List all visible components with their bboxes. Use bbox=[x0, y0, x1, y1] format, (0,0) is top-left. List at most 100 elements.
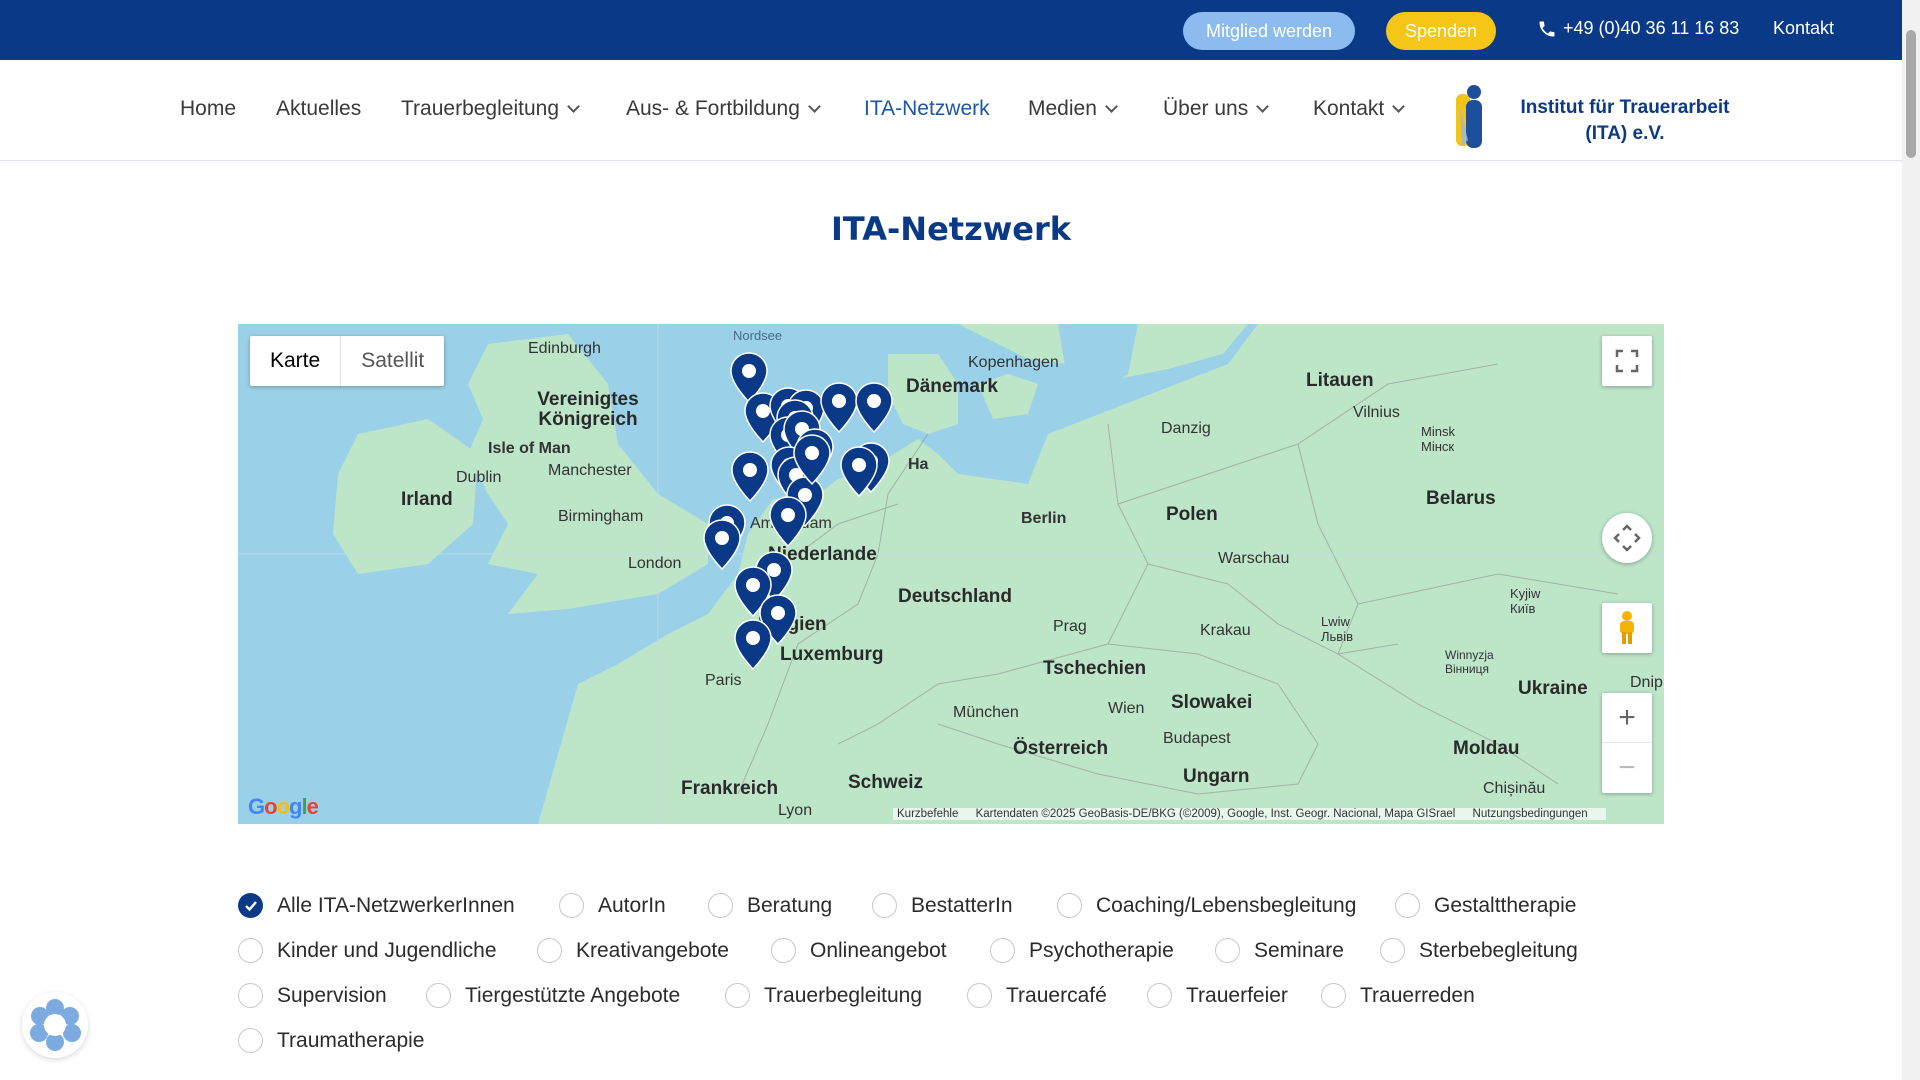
filter-sterbebegleitung[interactable]: Sterbebegleitung bbox=[1380, 938, 1578, 963]
map-label-ungarn: Ungarn bbox=[1183, 766, 1250, 787]
nav-home[interactable]: Home bbox=[180, 97, 236, 121]
map-label-danzig: Danzig bbox=[1161, 420, 1211, 437]
radio-icon bbox=[771, 938, 796, 963]
filter-row: Alle ITA-NetzwerkerInnen AutorIn Beratun… bbox=[238, 893, 1678, 938]
filter-beratung[interactable]: Beratung bbox=[708, 893, 832, 918]
minus-icon: − bbox=[1618, 751, 1636, 784]
phone-icon bbox=[1539, 21, 1555, 36]
radio-icon bbox=[1215, 938, 1240, 963]
radio-icon bbox=[559, 893, 584, 918]
donate-button[interactable]: Spenden bbox=[1386, 12, 1496, 50]
map-label-berlin: Berlin bbox=[1021, 510, 1067, 527]
map-label-polen: Polen bbox=[1166, 504, 1218, 525]
filter-label: Traumatherapie bbox=[277, 1028, 425, 1052]
map-label-manchester: Manchester bbox=[548, 462, 632, 479]
filter-label: Seminare bbox=[1254, 938, 1344, 962]
filter-alle[interactable]: Alle ITA-NetzwerkerInnen bbox=[238, 893, 515, 918]
map-marker-icon[interactable] bbox=[703, 519, 741, 571]
map-label-ukraine: Ukraine bbox=[1518, 678, 1588, 699]
page-scrollbar[interactable] bbox=[1902, 0, 1920, 1080]
map-marker-icon[interactable] bbox=[734, 619, 772, 671]
fullscreen-button[interactable] bbox=[1602, 336, 1652, 386]
ita-logo-text[interactable]: Institut für Trauerarbeit (ITA) e.V. bbox=[1495, 95, 1755, 147]
map-type-satellit-button[interactable]: Satellit bbox=[341, 336, 444, 386]
radio-icon bbox=[990, 938, 1015, 963]
map-label-isle-of-man: Isle of Man bbox=[488, 440, 571, 457]
map-label-slowakei: Slowakei bbox=[1171, 692, 1253, 713]
radio-icon bbox=[1380, 938, 1405, 963]
filter-tiergestuetzt[interactable]: Tiergestützte Angebote bbox=[426, 983, 680, 1008]
nav-aus-fortbildung[interactable]: Aus- & Fortbildung bbox=[626, 97, 821, 121]
filter-psychotherapie[interactable]: Psychotherapie bbox=[990, 938, 1174, 963]
filter-label: Onlineangebot bbox=[810, 938, 947, 962]
filter-trauerreden[interactable]: Trauerreden bbox=[1321, 983, 1475, 1008]
nav-kontakt[interactable]: Kontakt bbox=[1313, 97, 1406, 121]
filter-seminare[interactable]: Seminare bbox=[1215, 938, 1344, 963]
terms-link[interactable]: Nutzungsbedingungen bbox=[1473, 808, 1588, 820]
nav-label: Trauerbegleitung bbox=[401, 97, 559, 120]
cookie-settings-button[interactable] bbox=[22, 992, 88, 1058]
filter-autorin[interactable]: AutorIn bbox=[559, 893, 666, 918]
top-contact-link[interactable]: Kontakt bbox=[1773, 18, 1834, 39]
filter-trauerbegleitung[interactable]: Trauerbegleitung bbox=[725, 983, 922, 1008]
filter-label: Beratung bbox=[747, 893, 833, 917]
logo-line-2: (ITA) e.V. bbox=[1585, 123, 1665, 144]
map-pan-control[interactable] bbox=[1602, 513, 1652, 563]
map-marker-icon[interactable] bbox=[731, 451, 769, 503]
map-type-toggle: Karte Satellit bbox=[250, 336, 445, 386]
network-map[interactable]: Nordsee Edinburgh Vereinigtes Königreich… bbox=[238, 324, 1664, 824]
map-label-belarus: Belarus bbox=[1426, 488, 1496, 509]
filter-onlineangebot[interactable]: Onlineangebot bbox=[771, 938, 947, 963]
map-label-lyon: Lyon bbox=[778, 802, 813, 819]
filter-label: Kreativangebote bbox=[576, 938, 729, 962]
ita-logo-icon[interactable] bbox=[1450, 80, 1492, 150]
map-marker-icon[interactable] bbox=[769, 496, 807, 548]
nav-ita-netzwerk[interactable]: ITA-Netzwerk bbox=[864, 97, 990, 121]
filter-kreativangebote[interactable]: Kreativangebote bbox=[537, 938, 729, 963]
filter-kinder[interactable]: Kinder und Jugendliche bbox=[238, 938, 497, 963]
nav-ueber-uns[interactable]: Über uns bbox=[1163, 97, 1270, 121]
filter-trauercafe[interactable]: Trauercafé bbox=[967, 983, 1107, 1008]
nav-aktuelles[interactable]: Aktuelles bbox=[276, 97, 361, 121]
keyboard-shortcuts-link[interactable]: Kurzbefehle bbox=[897, 808, 958, 820]
category-filters: Alle ITA-NetzwerkerInnen AutorIn Beratun… bbox=[238, 893, 1678, 1073]
nav-label: Kontakt bbox=[1313, 97, 1385, 120]
map-marker-icon[interactable] bbox=[793, 434, 831, 486]
filter-row: Supervision Tiergestützte Angebote Traue… bbox=[238, 983, 1678, 1028]
zoom-in-button[interactable]: + bbox=[1602, 693, 1652, 743]
street-view-pegman[interactable] bbox=[1602, 603, 1652, 653]
filter-label: Trauerfeier bbox=[1186, 983, 1288, 1007]
filter-row: Kinder und Jugendliche Kreativangebote O… bbox=[238, 938, 1678, 983]
nav-medien[interactable]: Medien bbox=[1028, 97, 1118, 121]
map-label-kopenhagen: Kopenhagen bbox=[968, 354, 1059, 371]
map-label-kyjiw: Kyjiw Київ bbox=[1510, 586, 1541, 616]
filter-bestatterin[interactable]: BestatterIn bbox=[872, 893, 1013, 918]
map-type-karte-button[interactable]: Karte bbox=[250, 336, 342, 386]
radio-icon bbox=[238, 938, 263, 963]
filter-trauerfeier[interactable]: Trauerfeier bbox=[1147, 983, 1288, 1008]
radio-icon bbox=[426, 983, 451, 1008]
map-marker-icon[interactable] bbox=[855, 382, 893, 434]
map-label-litauen: Litauen bbox=[1306, 370, 1374, 391]
filter-supervision[interactable]: Supervision bbox=[238, 983, 387, 1008]
filter-traumatherapie[interactable]: Traumatherapie bbox=[238, 1028, 424, 1053]
phone-link[interactable]: +49 (0)40 36 11 16 83 bbox=[1537, 18, 1739, 39]
scrollbar-thumb[interactable] bbox=[1906, 30, 1916, 158]
map-label-dnip: Dnip bbox=[1630, 674, 1663, 691]
map-label-wien: Wien bbox=[1108, 700, 1145, 717]
filter-label: Kinder und Jugendliche bbox=[277, 938, 497, 962]
nav-label: Aktuelles bbox=[276, 97, 362, 120]
radio-icon bbox=[537, 938, 562, 963]
filter-gestalttherapie[interactable]: Gestalttherapie bbox=[1395, 893, 1576, 918]
zoom-out-button[interactable]: − bbox=[1602, 743, 1652, 793]
map-marker-icon[interactable] bbox=[820, 382, 858, 434]
map-label-oesterreich: Österreich bbox=[1013, 738, 1109, 759]
filter-coaching[interactable]: Coaching/Lebensbegleitung bbox=[1057, 893, 1356, 918]
chevron-down-icon bbox=[808, 100, 821, 113]
map-label-lwiw: Lwiw Львів bbox=[1321, 614, 1354, 644]
nav-label: Medien bbox=[1028, 97, 1097, 120]
nav-trauerbegleitung[interactable]: Trauerbegleitung bbox=[401, 97, 580, 121]
map-marker-icon[interactable] bbox=[840, 446, 878, 498]
become-member-button[interactable]: Mitglied werden bbox=[1183, 12, 1355, 50]
map-label-tschechien: Tschechien bbox=[1043, 658, 1147, 679]
